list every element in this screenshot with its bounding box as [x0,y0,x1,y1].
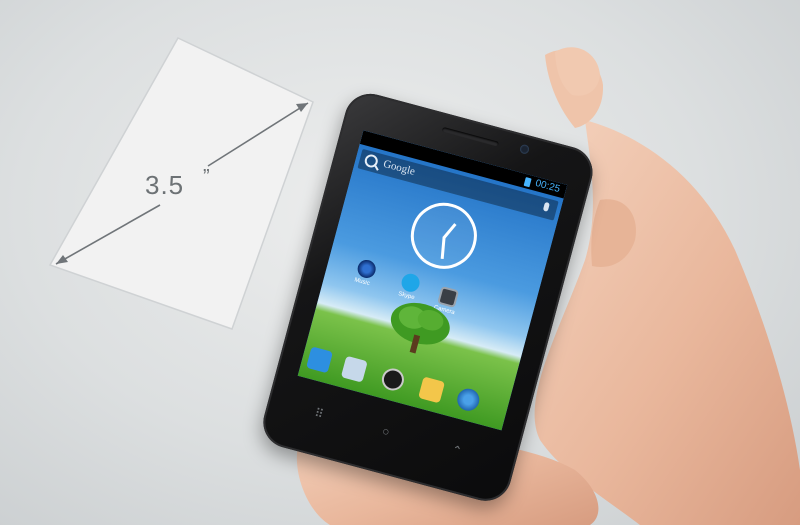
index-finger-tip [555,47,600,96]
hand-front-fingers [555,47,600,96]
product-photo-scene: 3.5 ” 00:25 Google Music Skype Camera ⠿ … [0,0,800,525]
